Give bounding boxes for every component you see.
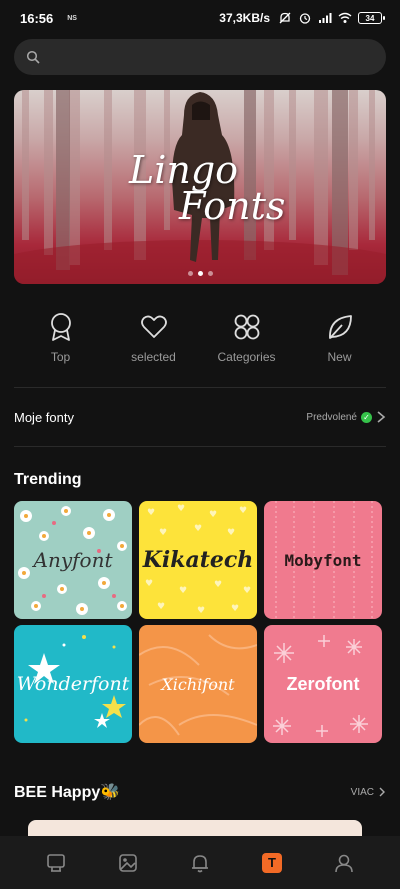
svg-text:♥: ♥ — [239, 506, 247, 516]
quick-nav-label: selected — [131, 350, 176, 364]
font-card-kikatech[interactable]: ♥ ♥ ♥ ♥ ♥ ♥ ♥ ♥ ♥ ♥ ♥ ♥ ♥ ♥ Kikatech — [139, 501, 257, 619]
nav-keyboard[interactable] — [36, 843, 76, 883]
network-speed: 37,3KB/s — [219, 11, 270, 25]
more-link[interactable]: VIAC — [351, 786, 386, 798]
medal-icon — [50, 313, 71, 341]
font-name: Kikatech — [142, 547, 254, 573]
banner-title-line2: Fonts — [179, 184, 286, 228]
search-icon — [26, 50, 40, 64]
heart-icon — [140, 315, 167, 338]
leaf-icon — [328, 315, 352, 339]
bell-icon — [192, 854, 208, 872]
quick-nav-categories[interactable]: Categories — [200, 312, 293, 364]
trending-grid: Anyfont ♥ ♥ ♥ ♥ ♥ ♥ ♥ ♥ ♥ ♥ ♥ ♥ ♥ ♥ Kikatech Mobyf… — [14, 501, 386, 743]
font-name: Zerofont — [286, 673, 360, 694]
font-name: Anyfont — [33, 548, 113, 572]
my-fonts-row[interactable]: Moje fonty Predvolené ✓ — [14, 398, 386, 436]
categories-icon — [234, 314, 259, 340]
my-fonts-label: Moje fonty — [14, 409, 74, 425]
status-bar: 16:56 NS 37,3KB/s 34 — [0, 0, 400, 36]
divider — [14, 446, 386, 447]
svg-text:♥: ♥ — [145, 579, 153, 589]
font-card-anyfont[interactable]: Anyfont — [14, 501, 132, 619]
bee-happy-header: BEE Happy🐝 VIAC — [14, 782, 386, 802]
svg-text:♥: ♥ — [159, 528, 167, 538]
quick-nav-label: New — [327, 350, 352, 364]
wifi-icon — [338, 12, 352, 23]
svg-text:♥: ♥ — [214, 580, 222, 590]
svg-text:♥: ♥ — [147, 508, 155, 518]
font-card-xichifont[interactable]: Xichifont — [139, 625, 257, 743]
banner-pagination — [14, 271, 386, 276]
font-card-zerofont[interactable]: Zerofont — [264, 625, 382, 743]
font-icon: T — [262, 852, 282, 873]
font-name: Xichifont — [161, 674, 235, 694]
quick-nav-top[interactable]: Top — [14, 312, 107, 364]
my-fonts-default: Predvolené ✓ — [306, 410, 386, 424]
quick-nav: Top selected Categories New — [14, 312, 386, 364]
svg-text:♥: ♥ — [179, 586, 187, 596]
font-card-mobyfont[interactable]: Mobyfont — [264, 501, 382, 619]
svg-text:♥: ♥ — [243, 586, 251, 596]
promo-banner[interactable]: Lingo Fonts — [14, 90, 386, 284]
banner-title: Lingo Fonts — [129, 148, 286, 228]
banner-dot[interactable] — [207, 271, 213, 276]
trending-title: Trending — [14, 471, 82, 488]
quick-nav-label: Categories — [217, 350, 276, 364]
quick-nav-new[interactable]: New — [293, 312, 386, 364]
nav-profile[interactable] — [324, 843, 364, 883]
alarm-icon — [299, 13, 311, 24]
bottom-nav: T — [0, 836, 400, 889]
svg-text:♥: ♥ — [177, 504, 185, 514]
bee-happy-title: BEE Happy🐝 — [14, 784, 121, 801]
theme-icon — [119, 853, 137, 872]
svg-text:♥: ♥ — [209, 510, 217, 520]
signal-icon — [319, 13, 332, 23]
svg-text:♥: ♥ — [194, 524, 202, 534]
status-right: 37,3KB/s 34 — [219, 11, 385, 25]
svg-text:♥: ♥ — [197, 606, 205, 616]
svg-text:♥: ♥ — [231, 604, 239, 614]
nav-themes[interactable] — [108, 843, 148, 883]
status-time: 16:56 — [20, 10, 54, 26]
quick-nav-label: Top — [50, 350, 71, 364]
default-font-label: Predvolené — [306, 411, 357, 423]
chevron-right-icon — [377, 411, 386, 423]
font-name: Mobyfont — [284, 550, 362, 570]
search-bar[interactable] — [14, 39, 386, 75]
font-name: Wonderfont — [16, 673, 130, 695]
quick-nav-selected[interactable]: selected — [107, 312, 200, 364]
divider — [14, 387, 386, 388]
chevron-right-icon — [379, 787, 385, 797]
mute-bell-icon — [279, 12, 291, 24]
nav-notifications[interactable] — [180, 843, 220, 883]
banner-dot[interactable] — [187, 271, 193, 276]
keyboard-icon — [47, 853, 65, 872]
banner-dot-active[interactable] — [197, 271, 203, 276]
network-badge: NS — [67, 14, 77, 22]
nav-fonts[interactable]: T — [252, 843, 292, 883]
check-icon: ✓ — [361, 411, 372, 423]
font-card-wonderfont[interactable]: Wonderfont — [14, 625, 132, 743]
svg-text:♥: ♥ — [157, 602, 165, 612]
search-input[interactable] — [48, 49, 386, 65]
more-label: VIAC — [350, 786, 374, 798]
svg-text:♥: ♥ — [227, 528, 235, 538]
battery-icon: 34 — [358, 12, 385, 24]
banner-title-line1: Lingo — [129, 148, 239, 192]
profile-icon — [335, 854, 353, 872]
